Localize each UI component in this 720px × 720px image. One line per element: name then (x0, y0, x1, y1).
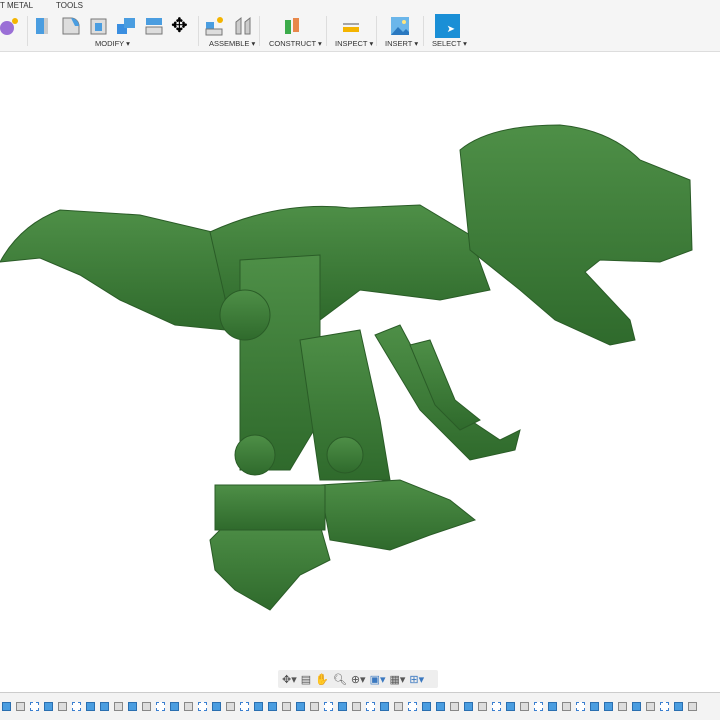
divider (376, 16, 377, 46)
plane-icon[interactable] (282, 16, 302, 36)
dinosaur-model (0, 124, 693, 611)
timeline-feature-icon[interactable] (408, 702, 417, 711)
head (459, 124, 693, 346)
3d-viewport[interactable] (0, 53, 720, 693)
timeline-feature-icon[interactable] (422, 702, 431, 711)
timeline-feature-icon[interactable] (632, 702, 641, 711)
inspect-menu[interactable]: INSPECT ▾ (335, 39, 373, 48)
fit-icon[interactable]: ⊕▾ (351, 673, 366, 686)
divider (259, 16, 260, 46)
fillet-icon[interactable] (61, 16, 81, 36)
timeline-feature-icon[interactable] (198, 702, 207, 711)
timeline-feature-icon[interactable] (478, 702, 487, 711)
timeline-feature-icon[interactable] (562, 702, 571, 711)
timeline-feature-icon[interactable] (226, 702, 235, 711)
timeline-feature-icon[interactable] (674, 702, 683, 711)
timeline-feature-icon[interactable] (142, 702, 151, 711)
combine-icon[interactable] (116, 16, 136, 36)
divider (198, 16, 199, 46)
visual-style-icon[interactable]: ▦▾ (390, 673, 406, 686)
pan-icon[interactable]: ✋ (315, 673, 329, 686)
timeline-feature-icon[interactable] (464, 702, 473, 711)
timeline-feature-icon[interactable] (44, 702, 53, 711)
timeline-feature-icon[interactable] (450, 702, 459, 711)
timeline-feature-icon[interactable] (268, 702, 277, 711)
timeline-feature-icon[interactable] (156, 702, 165, 711)
measure-icon[interactable] (341, 16, 361, 36)
timeline-feature-icon[interactable] (604, 702, 613, 711)
timeline-feature-icon[interactable] (352, 702, 361, 711)
foot-left (209, 519, 331, 611)
timeline-feature-icon[interactable] (688, 702, 697, 711)
timeline-feature-icon[interactable] (240, 702, 249, 711)
toolbar: T METAL TOOLS ✥ MODIFY ▾ ASSEMBLE ▾ CONS… (0, 0, 720, 52)
split-face-icon[interactable] (144, 16, 164, 36)
insert-menu[interactable]: INSERT ▾ (385, 39, 418, 48)
timeline-feature-icon[interactable] (492, 702, 501, 711)
timeline-feature-icon[interactable] (72, 702, 81, 711)
viewports-icon[interactable]: ⊞▾ (409, 673, 424, 686)
timeline-feature-icon[interactable] (114, 702, 123, 711)
construct-menu[interactable]: CONSTRUCT ▾ (269, 39, 322, 48)
timeline-feature-icon[interactable] (660, 702, 669, 711)
select-menu[interactable]: SELECT ▾ (432, 39, 467, 48)
timeline-feature-icon[interactable] (590, 702, 599, 711)
tab-tools[interactable]: TOOLS (56, 1, 83, 10)
look-at-icon[interactable]: ▤ (301, 673, 311, 686)
navigation-bar: ✥▾ ▤ ✋ 🔍︎ ⊕▾ ▣▾ ▦▾ ⊞▾ (278, 670, 438, 688)
foot-right (319, 479, 477, 551)
timeline-feature-icon[interactable] (184, 702, 193, 711)
modify-menu[interactable]: MODIFY ▾ (95, 39, 130, 48)
timeline-feature-icon[interactable] (212, 702, 221, 711)
timeline-feature-icon[interactable] (86, 702, 95, 711)
timeline-feature-icon[interactable] (338, 702, 347, 711)
timeline-feature-icon[interactable] (506, 702, 515, 711)
timeline-feature-icon[interactable] (100, 702, 109, 711)
joint-icon[interactable] (233, 16, 253, 36)
timeline-feature-icon[interactable] (128, 702, 137, 711)
timeline-feature-icon[interactable] (324, 702, 333, 711)
divider (326, 16, 327, 46)
divider (423, 16, 424, 46)
new-component-icon[interactable] (205, 16, 225, 36)
timeline-feature-icon[interactable] (646, 702, 655, 711)
press-pull-icon[interactable] (34, 16, 54, 36)
timeline-feature-icon[interactable] (380, 702, 389, 711)
move-icon[interactable]: ✥ (171, 16, 191, 36)
timeline-feature-icon[interactable] (30, 702, 39, 711)
timeline-feature-icon[interactable] (394, 702, 403, 711)
orbit-icon[interactable]: ✥▾ (282, 673, 297, 686)
divider (27, 16, 28, 46)
timeline (0, 692, 720, 720)
timeline-feature-icon[interactable] (310, 702, 319, 711)
timeline-feature-icon[interactable] (366, 702, 375, 711)
insert-image-icon[interactable] (390, 16, 410, 36)
timeline-feature-icon[interactable] (548, 702, 557, 711)
timeline-feature-icon[interactable] (436, 702, 445, 711)
timeline-feature-icon[interactable] (576, 702, 585, 711)
timeline-feature-icon[interactable] (520, 702, 529, 711)
display-settings-icon[interactable]: ▣▾ (370, 673, 386, 686)
tail (0, 209, 226, 331)
timeline-feature-icon[interactable] (16, 702, 25, 711)
tab-sheet-metal[interactable]: T METAL (0, 1, 33, 10)
timeline-feature-icon[interactable] (296, 702, 305, 711)
select-icon[interactable]: ➤ (435, 14, 460, 38)
shell-icon[interactable] (89, 16, 109, 36)
create-form-icon[interactable] (0, 16, 20, 36)
timeline-feature-icon[interactable] (2, 702, 11, 711)
zoom-icon[interactable]: 🔍︎ (333, 673, 347, 686)
timeline-feature-icon[interactable] (170, 702, 179, 711)
timeline-feature-icon[interactable] (618, 702, 627, 711)
timeline-feature-icon[interactable] (58, 702, 67, 711)
timeline-feature-icon[interactable] (282, 702, 291, 711)
timeline-feature-icon[interactable] (254, 702, 263, 711)
timeline-feature-icon[interactable] (534, 702, 543, 711)
assemble-menu[interactable]: ASSEMBLE ▾ (209, 39, 255, 48)
